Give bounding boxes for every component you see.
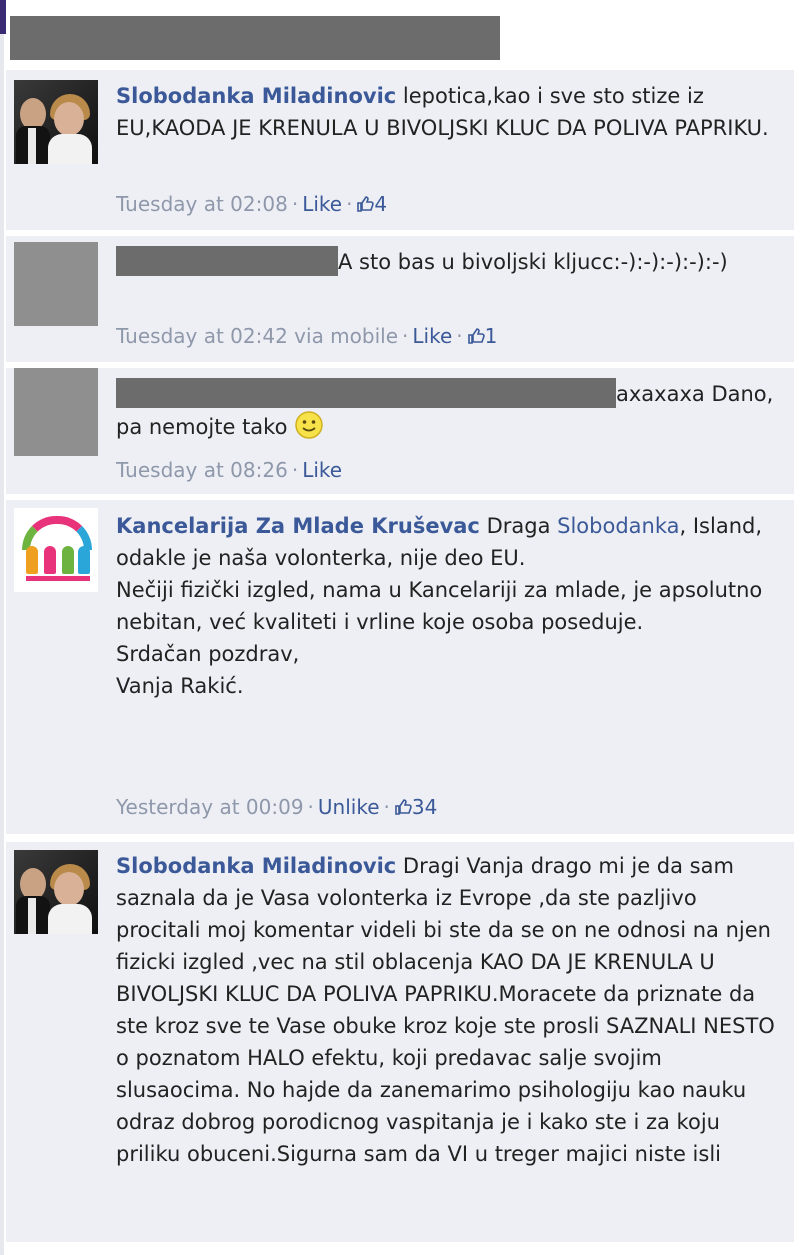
comment-text: A sto bas u bivoljski kljucc:-):-):-):-)… bbox=[338, 250, 728, 274]
window-corner bbox=[0, 0, 6, 34]
timestamp[interactable]: Tuesday at 02:42 via mobile bbox=[116, 324, 398, 348]
timestamp[interactable]: Tuesday at 02:08 bbox=[116, 192, 288, 216]
avatar[interactable] bbox=[14, 242, 98, 326]
comment-1: Slobodanka Miladinovic lepotica,kao i sv… bbox=[6, 70, 794, 230]
like-count[interactable]: 1 bbox=[485, 324, 498, 348]
comment-meta: Tuesday at 08:26 · Like bbox=[116, 458, 343, 482]
avatar[interactable] bbox=[14, 850, 98, 934]
redacted-author bbox=[116, 378, 616, 408]
page-edge bbox=[0, 0, 4, 1255]
comment-meta: Tuesday at 02:42 via mobile · Like · 1 bbox=[116, 324, 498, 348]
comment-body: A sto bas u bivoljski kljucc:-):-):-):-)… bbox=[116, 246, 784, 278]
like-button[interactable]: Like bbox=[302, 192, 342, 216]
thumbs-up-icon[interactable] bbox=[356, 195, 375, 213]
redacted-header bbox=[10, 16, 500, 60]
comment-signature: Vanja Rakić. bbox=[116, 674, 244, 698]
comment-body: Slobodanka Miladinovic Dragi Vanja drago… bbox=[116, 850, 784, 1170]
comment-paragraph: Nečiji fizički izgled, nama u Kancelarij… bbox=[116, 578, 763, 634]
like-button[interactable]: Like bbox=[302, 458, 342, 482]
redacted-author bbox=[116, 246, 338, 276]
timestamp[interactable]: Yesterday at 00:09 bbox=[116, 795, 304, 819]
comment-4: Kancelarija Za Mlade Kruševac Draga Slob… bbox=[6, 500, 794, 834]
thumbs-up-icon[interactable] bbox=[467, 327, 485, 345]
comment-body: Kancelarija Za Mlade Kruševac Draga Slob… bbox=[116, 510, 784, 702]
like-button[interactable]: Like bbox=[412, 324, 452, 348]
comment-body: Slobodanka Miladinovic lepotica,kao i sv… bbox=[116, 80, 784, 144]
timestamp[interactable]: Tuesday at 08:26 bbox=[116, 458, 288, 482]
comment-text: axaxaxa bbox=[616, 382, 705, 406]
comment-author[interactable]: Slobodanka Miladinovic bbox=[116, 84, 396, 108]
avatar[interactable] bbox=[14, 508, 98, 592]
smiley-icon bbox=[295, 411, 323, 439]
comment-text: Draga bbox=[486, 514, 551, 538]
comment-closing: Srdačan pozdrav, bbox=[116, 642, 300, 666]
comment-3: axaxaxa Dano, pa nemojte tako Tuesday at… bbox=[6, 368, 794, 494]
comment-5: Slobodanka Miladinovic Dragi Vanja drago… bbox=[6, 842, 794, 1242]
comment-body: axaxaxa Dano, pa nemojte tako bbox=[116, 378, 784, 443]
comment-meta: Yesterday at 00:09 · Unlike · 34 bbox=[116, 795, 438, 819]
comment-text: Dragi Vanja drago mi je da sam saznala d… bbox=[116, 854, 775, 1166]
comment-author[interactable]: Slobodanka Miladinovic bbox=[116, 854, 396, 878]
comment-2: A sto bas u bivoljski kljucc:-):-):-):-)… bbox=[6, 236, 794, 362]
mention-link[interactable]: Slobodanka bbox=[557, 514, 679, 538]
like-count[interactable]: 4 bbox=[374, 192, 387, 216]
like-count[interactable]: 34 bbox=[412, 795, 437, 819]
comment-author[interactable]: Kancelarija Za Mlade Kruševac bbox=[116, 514, 480, 538]
avatar[interactable] bbox=[14, 80, 98, 164]
thumbs-up-icon[interactable] bbox=[394, 798, 412, 816]
avatar[interactable] bbox=[14, 368, 98, 456]
comment-meta: Tuesday at 02:08 · Like · 4 bbox=[116, 192, 388, 216]
unlike-button[interactable]: Unlike bbox=[318, 795, 380, 819]
